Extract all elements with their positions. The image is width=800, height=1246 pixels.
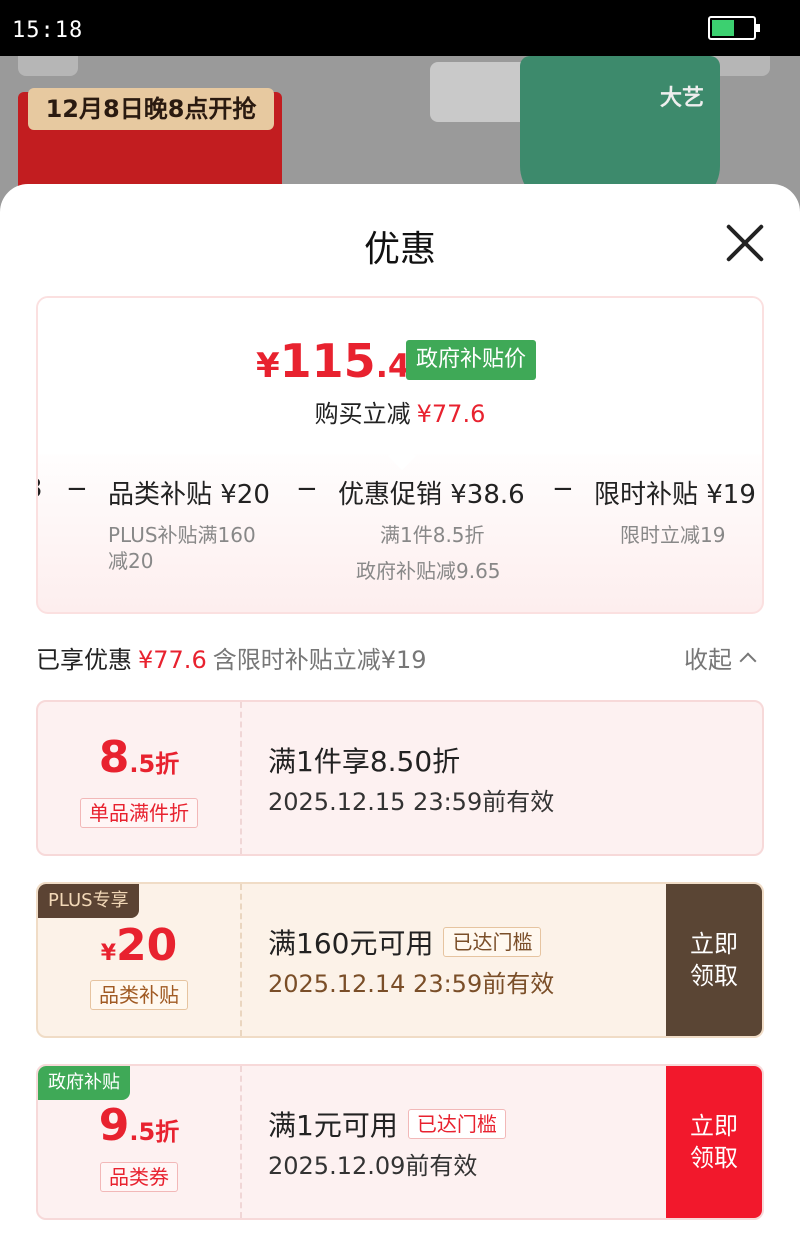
coupon-condition-text: 满1元可用: [268, 1109, 398, 1142]
coupon-type-label: 品类券: [100, 1162, 178, 1192]
claim-label-line2: 领取: [690, 962, 738, 990]
threshold-reached-badge: 已达门槛: [443, 927, 542, 957]
sheet-title: 优惠: [363, 229, 436, 270]
price-decimal: .4: [375, 347, 411, 385]
claim-button[interactable]: 立即 领取: [666, 884, 762, 1036]
price-panel: ¥115.4 政府补贴价 购买立减¥77.6 3 − 品类补贴 ¥20 − 优惠…: [36, 296, 764, 614]
price-currency: ¥: [256, 346, 280, 386]
status-bar: 15:18: [0, 0, 800, 56]
gov-subsidy-ribbon: 政府补贴: [38, 1066, 130, 1100]
coupon-type-label: 单品满件折: [80, 798, 198, 828]
buy-reduce-value: ¥77.6: [416, 400, 486, 428]
discount-breakdown: 3 − 品类补贴 ¥20 − 优惠促销 ¥38.6 − 限时补贴 ¥19 、 P…: [38, 474, 762, 583]
coupon-value: 8.5折: [38, 732, 240, 783]
coupon-condition: 满160元可用 已达门槛: [268, 922, 542, 962]
coupon-validity: 2025.12.15 23:59前有效: [268, 788, 555, 816]
collapse-button[interactable]: 收起: [684, 640, 757, 675]
pointer-arrow: [387, 441, 417, 471]
claim-button[interactable]: 立即 领取: [666, 1066, 762, 1218]
breakdown-note: 政府补贴减9.65: [356, 559, 501, 583]
chevron-up-icon: [739, 652, 757, 670]
plus-exclusive-ribbon: PLUS专享: [38, 884, 139, 918]
breakdown-note: 、: [38, 522, 46, 548]
gov-subsidy-badge: 政府补贴价: [406, 340, 537, 380]
enjoyed-discount: 已享优惠 ¥77.6 含限时补贴立减¥19: [36, 640, 427, 675]
coupon-value: 9.5折: [38, 1100, 240, 1151]
minus-sign: −: [552, 474, 574, 504]
final-price: ¥115.4: [256, 334, 410, 388]
coupon-type: 单品满件折: [38, 798, 240, 828]
coupon-condition: 满1元可用 已达门槛: [268, 1104, 506, 1144]
minus-sign: −: [66, 474, 88, 504]
buy-reduce: 购买立减 ¥77.6: [38, 394, 762, 429]
coupon-divider: [240, 1066, 242, 1218]
discount-sheet: 优惠 ¥115.4 政府补贴价 购买立减¥77.6 3 − 品类补贴 ¥20 −…: [0, 184, 800, 1246]
buy-reduce-label: 购买立减: [314, 400, 411, 428]
product-image-head: [430, 62, 530, 122]
coupon-value-big: 9: [98, 1100, 130, 1151]
breakdown-note: PLUS补贴满160: [108, 523, 256, 547]
price-top: ¥115.4 政府补贴价 购买立减 ¥77.6: [38, 298, 762, 471]
coupon-type: 品类补贴: [38, 980, 240, 1010]
breakdown-item-promo: 优惠促销 ¥38.6: [338, 480, 525, 510]
coupon-value: ¥20: [38, 920, 240, 971]
coupon-validity: 2025.12.09前有效: [268, 1152, 478, 1180]
battery-icon: [708, 16, 760, 40]
breakdown-item-partial: 3: [38, 474, 43, 504]
threshold-reached-badge: 已达门槛: [407, 1109, 506, 1139]
coupon-card: 8.5折 单品满件折 满1件享8.50折 2025.12.15 23:59前有效: [36, 700, 764, 856]
coupon-currency: ¥: [100, 941, 117, 966]
enjoyed-detail: 含限时补贴立减¥19: [212, 646, 427, 674]
price-integer: 115: [279, 334, 376, 388]
coupon-type-label: 品类补贴: [90, 980, 188, 1010]
coupon-card: PLUS专享 ¥20 品类补贴 满160元可用 已达门槛 2025.12.14 2…: [36, 882, 764, 1038]
claim-label-line2: 领取: [690, 1144, 738, 1172]
enjoyed-label: 已享优惠: [36, 646, 132, 674]
coupon-divider: [240, 702, 242, 854]
enjoyed-value: ¥77.6: [138, 646, 207, 674]
clock: 15:18: [12, 18, 84, 43]
brand-logo: 大艺: [660, 86, 705, 111]
breakdown-item-limited: 限时补贴 ¥19: [594, 480, 756, 510]
breakdown-note: 限时立减19: [620, 523, 726, 547]
coupon-value-big: 20: [116, 920, 178, 971]
coupon-type: 品类券: [38, 1162, 240, 1192]
breakdown-item-category: 品类补贴 ¥20: [108, 480, 270, 510]
promo-tag: 12月8日晚8点开抢: [28, 88, 274, 130]
breakdown-note: 减20: [108, 549, 154, 573]
close-icon[interactable]: [722, 220, 768, 266]
claim-label-line1: 立即: [690, 930, 738, 958]
breakdown-note: 满1件8.5折: [380, 523, 485, 547]
coupon-value-big: 8: [98, 732, 130, 783]
coupon-divider: [240, 884, 242, 1036]
collapse-label: 收起: [684, 646, 732, 674]
coupon-validity: 2025.12.14 23:59前有效: [268, 970, 555, 998]
coupon-condition-text: 满160元可用: [268, 927, 434, 960]
coupon-value-small: .5折: [129, 750, 180, 778]
coupon-value-small: .5折: [129, 1118, 180, 1146]
claim-label-line1: 立即: [690, 1112, 738, 1140]
coupon-condition: 满1件享8.50折: [268, 745, 461, 778]
coupon-card: 政府补贴 9.5折 品类券 满1元可用 已达门槛 2025.12.09前有效 立即…: [36, 1064, 764, 1220]
back-button: [18, 56, 78, 76]
minus-sign: −: [296, 474, 318, 504]
